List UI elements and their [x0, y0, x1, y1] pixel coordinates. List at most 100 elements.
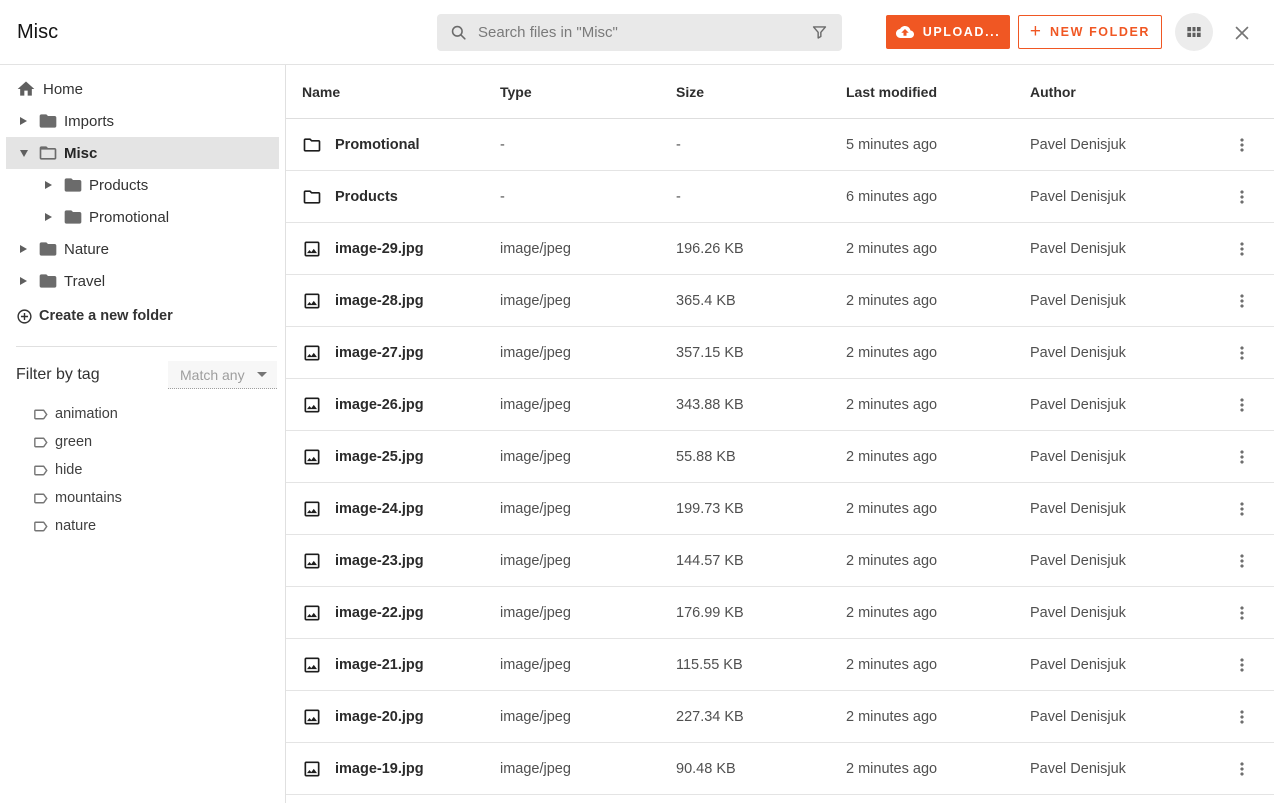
file-modified: 2 minutes ago — [846, 657, 1030, 673]
tag-item-nature[interactable]: nature — [16, 512, 277, 540]
row-menu-button[interactable] — [1226, 129, 1258, 161]
grid-view-toggle-button[interactable] — [1175, 13, 1213, 51]
tag-item-mountains[interactable]: mountains — [16, 484, 277, 512]
tag-icon — [32, 462, 49, 479]
file-size: - — [676, 189, 846, 205]
kebab-vertical-icon — [1232, 343, 1252, 363]
table-row[interactable]: image-25.jpgimage/jpeg55.88 KB2 minutes … — [286, 431, 1274, 483]
kebab-vertical-icon — [1232, 187, 1252, 207]
file-modified: 2 minutes ago — [846, 605, 1030, 621]
search-bar[interactable] — [437, 14, 842, 51]
tree-item-imports[interactable]: Imports — [0, 105, 285, 137]
close-button[interactable] — [1230, 21, 1254, 45]
table-row[interactable]: Promotional--5 minutes agoPavel Denisjuk — [286, 119, 1274, 171]
table-row[interactable]: image-23.jpgimage/jpeg144.57 KB2 minutes… — [286, 535, 1274, 587]
kebab-vertical-icon — [1232, 655, 1252, 675]
file-type: - — [500, 189, 676, 205]
row-menu-button[interactable] — [1226, 181, 1258, 213]
kebab-vertical-icon — [1232, 135, 1252, 155]
row-menu-button[interactable] — [1226, 233, 1258, 265]
file-name-cell: Promotional — [302, 135, 500, 155]
file-type: image/jpeg — [500, 761, 676, 777]
image-file-icon — [302, 551, 322, 571]
filter-icon[interactable] — [810, 23, 829, 42]
column-header-author: Author — [1030, 84, 1214, 100]
upload-button[interactable]: UPLOAD... — [886, 15, 1010, 49]
circle-plus-icon — [16, 308, 33, 325]
search-input[interactable] — [468, 24, 810, 41]
file-name-cell: image-23.jpg — [302, 551, 500, 571]
tag-item-label: mountains — [55, 490, 122, 506]
file-type: image/jpeg — [500, 241, 676, 257]
row-menu-button[interactable] — [1226, 597, 1258, 629]
table-row[interactable]: Products--6 minutes agoPavel Denisjuk — [286, 171, 1274, 223]
table-row[interactable]: image-24.jpgimage/jpeg199.73 KB2 minutes… — [286, 483, 1274, 535]
chevron-right-icon[interactable] — [45, 213, 53, 221]
column-header-size: Size — [676, 84, 846, 100]
table-row[interactable]: image-22.jpgimage/jpeg176.99 KB2 minutes… — [286, 587, 1274, 639]
file-author: Pavel Denisjuk — [1030, 605, 1214, 621]
file-size: 115.55 KB — [676, 657, 846, 673]
chevron-down-icon[interactable] — [20, 150, 28, 157]
row-menu-button[interactable] — [1226, 441, 1258, 473]
table-row[interactable]: image-21.jpgimage/jpeg115.55 KB2 minutes… — [286, 639, 1274, 691]
cloud-upload-icon — [896, 23, 914, 41]
table-row[interactable]: image-27.jpgimage/jpeg357.15 KB2 minutes… — [286, 327, 1274, 379]
image-file-icon — [302, 707, 322, 727]
row-menu-button[interactable] — [1226, 285, 1258, 317]
chevron-right-icon[interactable] — [45, 181, 53, 189]
new-folder-button[interactable]: + NEW FOLDER — [1018, 15, 1162, 49]
file-table-body: Promotional--5 minutes agoPavel Denisjuk… — [286, 119, 1274, 795]
tag-item-green[interactable]: green — [16, 428, 277, 456]
kebab-vertical-icon — [1232, 239, 1252, 259]
row-menu-button[interactable] — [1226, 545, 1258, 577]
folder-open-icon — [38, 143, 58, 163]
tag-item-label: nature — [55, 518, 96, 534]
file-size: 176.99 KB — [676, 605, 846, 621]
file-name: image-28.jpg — [335, 293, 424, 309]
table-row[interactable]: image-26.jpgimage/jpeg343.88 KB2 minutes… — [286, 379, 1274, 431]
sidebar-item-home[interactable]: Home — [0, 77, 285, 101]
file-name-cell: image-28.jpg — [302, 291, 500, 311]
row-menu-button[interactable] — [1226, 649, 1258, 681]
row-menu-button[interactable] — [1226, 389, 1258, 421]
chevron-right-icon[interactable] — [20, 245, 28, 253]
file-type: image/jpeg — [500, 553, 676, 569]
column-header-name: Name — [302, 84, 500, 100]
image-file-icon — [302, 291, 322, 311]
table-row[interactable]: image-20.jpgimage/jpeg227.34 KB2 minutes… — [286, 691, 1274, 743]
tag-item-animation[interactable]: animation — [16, 400, 277, 428]
kebab-vertical-icon — [1232, 707, 1252, 727]
file-name: image-20.jpg — [335, 709, 424, 725]
folder-icon — [302, 187, 322, 207]
tree-item-label: Misc — [64, 145, 97, 162]
chevron-right-icon[interactable] — [20, 277, 28, 285]
tree-item-promotional[interactable]: Promotional — [0, 201, 285, 233]
row-menu-button[interactable] — [1226, 701, 1258, 733]
file-size: 144.57 KB — [676, 553, 846, 569]
tree-item-products[interactable]: Products — [0, 169, 285, 201]
tag-match-mode-select[interactable]: Match any — [168, 361, 277, 389]
close-icon — [1231, 22, 1253, 44]
tag-item-hide[interactable]: hide — [16, 456, 277, 484]
folder-icon — [38, 111, 58, 131]
tag-icon — [32, 518, 49, 535]
file-name-cell: image-24.jpg — [302, 499, 500, 519]
plus-icon: + — [1030, 22, 1041, 41]
tree-item-label: Products — [89, 177, 148, 194]
tree-item-nature[interactable]: Nature — [0, 233, 285, 265]
tree-item-misc[interactable]: Misc — [6, 137, 279, 169]
row-menu-button[interactable] — [1226, 337, 1258, 369]
chevron-right-icon[interactable] — [20, 117, 28, 125]
row-menu-button[interactable] — [1226, 753, 1258, 785]
create-folder-button[interactable]: Create a new folder — [0, 304, 285, 328]
upload-button-label: UPLOAD... — [923, 25, 1001, 39]
table-row[interactable]: image-19.jpgimage/jpeg90.48 KB2 minutes … — [286, 743, 1274, 795]
file-size: 196.26 KB — [676, 241, 846, 257]
table-row[interactable]: image-29.jpgimage/jpeg196.26 KB2 minutes… — [286, 223, 1274, 275]
tree-item-travel[interactable]: Travel — [0, 265, 285, 297]
row-menu-button[interactable] — [1226, 493, 1258, 525]
tag-item-label: animation — [55, 406, 118, 422]
file-name: image-27.jpg — [335, 345, 424, 361]
table-row[interactable]: image-28.jpgimage/jpeg365.4 KB2 minutes … — [286, 275, 1274, 327]
